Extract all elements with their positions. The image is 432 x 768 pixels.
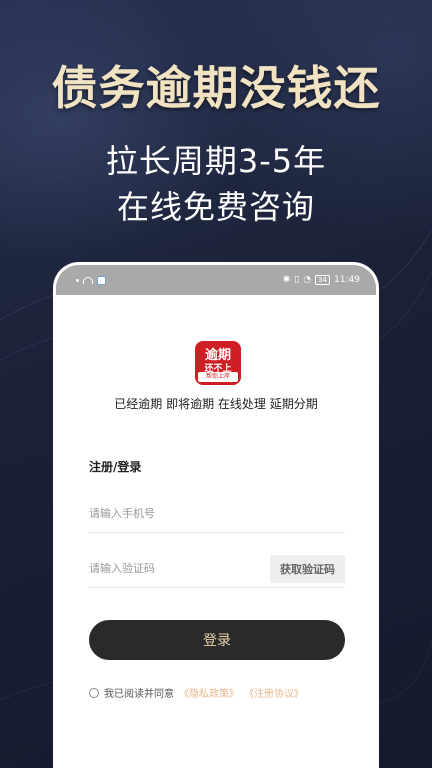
verification-code-input[interactable] [89,562,249,575]
battery-icon: 34 [315,275,331,285]
bluetooth-icon: ✱ [282,275,291,285]
app-tagline: 已经逾期 即将逾期 在线处理 延期分期 [114,397,318,411]
agree-text: 我已阅读并同意 [104,689,174,700]
phone-frame: ✱ ▯ ◔ 34 11:49 逾期 还不上 帮你上岸 已经逾期 即将逾期 在线处… [53,262,379,768]
promo-line-1: 拉长周期3-5年 [105,142,327,180]
phone-input[interactable] [89,507,249,520]
signal-dot-icon [76,278,79,282]
vibrate-icon: ▯ [294,275,300,285]
promo-headline: 债务逾期没钱还 [51,61,381,115]
status-time: 11:49 [334,275,360,285]
agreement-row: 我已阅读并同意 《隐私政策》 《注册协议》 [89,685,304,700]
status-bar: ✱ ▯ ◔ 34 11:49 [56,265,376,295]
promo-line-2: 在线免费咨询 [116,188,315,226]
wifi-icon [83,276,93,284]
agree-radio[interactable] [89,687,99,698]
login-button[interactable]: 登录 [89,620,345,660]
app-logo: 逾期 还不上 帮你上岸 [195,341,241,385]
terms-link[interactable]: 《注册协议》 [244,685,304,700]
alarm-icon: ◔ [303,275,312,285]
phone-field [89,495,345,533]
form-title: 注册/登录 [89,460,142,474]
code-field: 获取验证码 [89,550,345,588]
privacy-policy-link[interactable]: 《隐私政策》 [179,685,239,700]
notification-app-icon [97,275,106,285]
get-code-button[interactable]: 获取验证码 [270,554,345,583]
logo-text-3: 帮你上岸 [198,372,238,382]
